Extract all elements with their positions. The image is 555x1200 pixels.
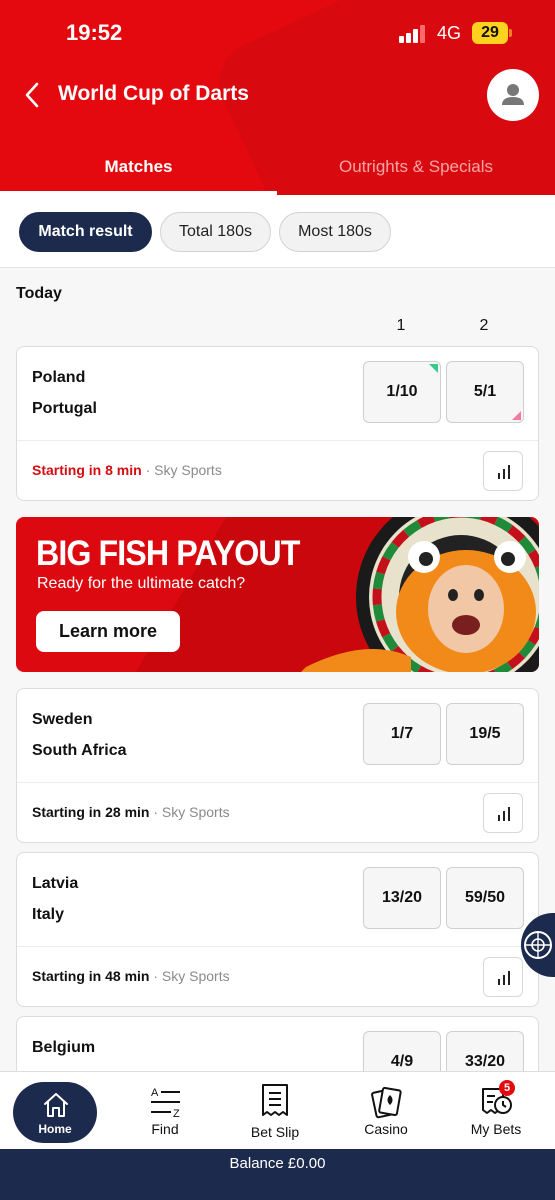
bar-chart-icon: [498, 807, 510, 821]
network-label: 4G: [437, 23, 462, 43]
team-home: Latvia: [32, 875, 79, 892]
nav-my-bets-label: My Bets: [470, 1121, 522, 1137]
card-divider: [17, 782, 538, 783]
learn-more-button[interactable]: Learn more: [36, 611, 180, 652]
team-home: Sweden: [32, 711, 93, 728]
filter-most-180s[interactable]: Most 180s: [279, 212, 391, 252]
nav-my-bets[interactable]: My Bets: [459, 1072, 533, 1150]
nav-find-label: Find: [151, 1121, 179, 1137]
my-bets-count-badge: 5: [499, 1080, 515, 1096]
match-card[interactable]: Poland Portugal 1/10 5/1 Starting in 8 m…: [16, 346, 539, 501]
stats-button[interactable]: [483, 957, 523, 997]
tv-channel: · Sky Sports: [149, 804, 230, 820]
odds-button-home[interactable]: 1/10: [363, 361, 441, 423]
account-button[interactable]: [487, 69, 539, 121]
user-icon: [502, 84, 524, 105]
column-header-2: 2: [479, 317, 489, 334]
nav-home-label: Home: [38, 1122, 72, 1136]
stats-button[interactable]: [483, 451, 523, 491]
svg-text:Z: Z: [173, 1108, 180, 1118]
bar-chart-icon: [498, 465, 510, 479]
back-button[interactable]: [18, 80, 48, 110]
card-divider: [17, 946, 538, 947]
day-heading: Today: [16, 285, 62, 302]
tv-channel: · Sky Sports: [149, 968, 230, 984]
svg-text:A: A: [151, 1087, 159, 1099]
odds-shortening-indicator: [429, 364, 438, 373]
odds-button-away[interactable]: 19/5: [446, 703, 524, 765]
bottom-navigation: Home A Z Find Bet Slip Casino My Bets: [0, 1071, 555, 1149]
nav-bet-slip-label: Bet Slip: [250, 1124, 300, 1140]
battery-icon: 29: [472, 22, 508, 44]
tab-matches[interactable]: Matches: [0, 157, 277, 177]
nav-casino-label: Casino: [364, 1121, 408, 1137]
battery-tip: [509, 29, 512, 37]
odds-button-away[interactable]: 59/50: [446, 867, 524, 929]
odds-button-away[interactable]: 5/1: [446, 361, 524, 423]
roulette-icon: [524, 931, 552, 959]
odds-button-home[interactable]: 1/7: [363, 703, 441, 765]
start-time: Starting in 8 min: [32, 462, 142, 478]
team-away: South Africa: [32, 742, 127, 759]
a-z-icon: A Z: [151, 1087, 180, 1118]
filter-total-180s[interactable]: Total 180s: [160, 212, 271, 252]
nav-find[interactable]: A Z Find: [130, 1072, 200, 1150]
tab-outrights-specials[interactable]: Outrights & Specials: [277, 157, 555, 177]
playing-cards-icon: [371, 1086, 402, 1119]
odds-value: 5/1: [473, 383, 497, 400]
promo-title: BIG FISH PAYOUT: [36, 534, 300, 573]
column-header-1: 1: [396, 317, 406, 334]
tv-channel: · Sky Sports: [141, 462, 222, 478]
signal-icon: [399, 25, 429, 43]
promo-subtitle: Ready for the ultimate catch?: [37, 575, 246, 592]
nav-casino[interactable]: Casino: [350, 1072, 422, 1150]
match-card[interactable]: Latvia Italy 13/20 59/50 Starting in 48 …: [16, 852, 539, 1007]
odds-value: 1/10: [386, 383, 418, 400]
casino-quick-launch[interactable]: [521, 913, 555, 977]
chevron-left-icon: [25, 82, 39, 108]
app-screen: 19:52 4G 29 World Cup of Darts Matches O…: [0, 0, 555, 1200]
bet-slip-icon: [262, 1084, 288, 1116]
card-divider: [17, 440, 538, 441]
match-start-info: Starting in 48 min · Sky Sports: [32, 968, 230, 984]
odds-drifting-indicator: [512, 411, 521, 420]
promo-banner[interactable]: BIG FISH PAYOUT Ready for the ultimate c…: [16, 517, 539, 672]
odds-button-home[interactable]: 13/20: [363, 867, 441, 929]
market-filter-bar: Match result Total 180s Most 180s: [0, 195, 555, 268]
team-home: Belgium: [32, 1039, 96, 1056]
bar-chart-icon: [498, 971, 510, 985]
nav-bet-slip[interactable]: Bet Slip: [238, 1072, 312, 1150]
team-away: Italy: [32, 906, 65, 923]
app-header: 19:52 4G 29 World Cup of Darts Matches O…: [0, 0, 555, 195]
balance-bar[interactable]: Balance £0.00: [0, 1149, 555, 1200]
filter-match-result[interactable]: Match result: [19, 212, 152, 252]
status-time: 19:52: [66, 20, 123, 45]
start-time: Starting in 48 min: [32, 968, 150, 984]
stats-button[interactable]: [483, 793, 523, 833]
match-card[interactable]: Sweden South Africa 1/7 19/5 Starting in…: [16, 688, 539, 843]
home-icon: [44, 1093, 68, 1117]
team-away: Portugal: [32, 400, 97, 417]
nav-home[interactable]: Home: [13, 1082, 97, 1143]
team-home: Poland: [32, 369, 86, 386]
start-time: Starting in 28 min: [32, 804, 150, 820]
match-start-info: Starting in 8 min · Sky Sports: [32, 462, 222, 478]
match-start-info: Starting in 28 min · Sky Sports: [32, 804, 230, 820]
page-title: World Cup of Darts: [58, 82, 249, 105]
